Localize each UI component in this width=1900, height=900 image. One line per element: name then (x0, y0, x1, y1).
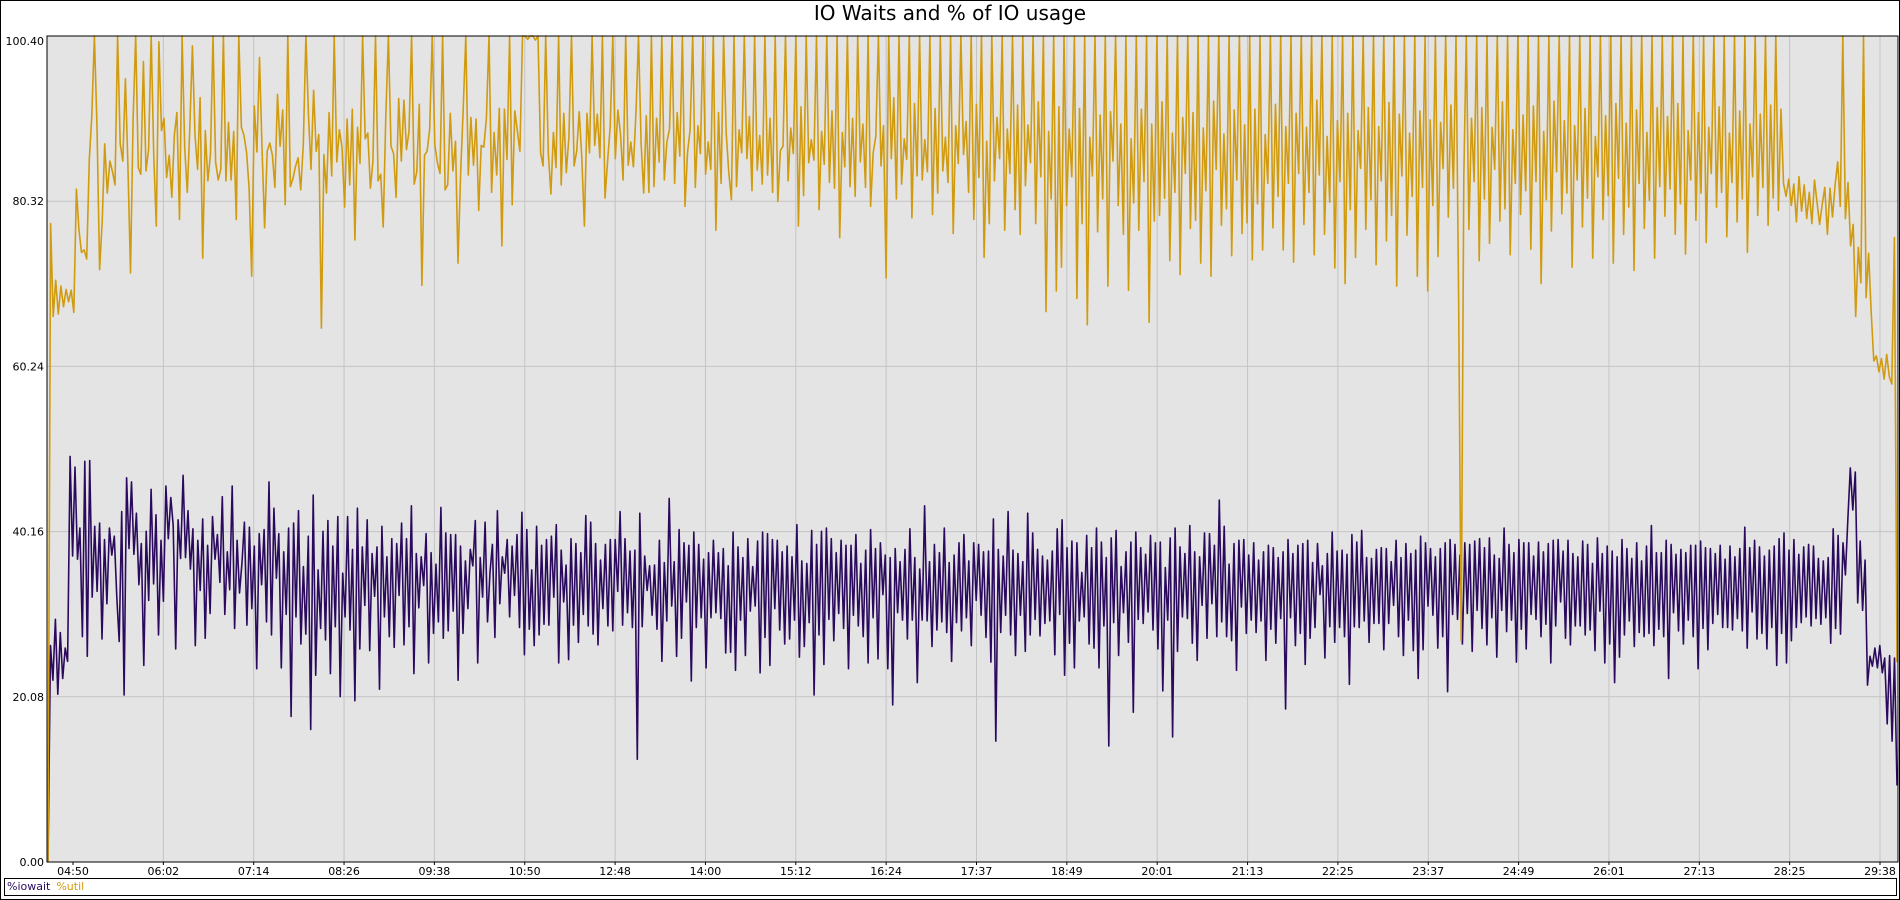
x-tick-label: 16:24 (870, 865, 902, 878)
x-tick-label: 17:37 (961, 865, 993, 878)
x-tick-label: 15:12 (780, 865, 812, 878)
line-chart: 0.00 20.08 40.16 60.24 80.32 100.40 04:50 06:02… (6, 35, 1899, 878)
x-tick-label: 12:48 (599, 865, 631, 878)
x-tick-label: 14:00 (690, 865, 722, 878)
x-tick-label: 20:01 (1141, 865, 1173, 878)
chart-legend: %iowait %util (4, 878, 1897, 896)
x-tick-label: 29:38 (1864, 865, 1896, 878)
y-tick-label: 100.40 (6, 35, 45, 48)
x-tick-label: 18:49 (1051, 865, 1083, 878)
x-tick-label: 09:38 (419, 865, 451, 878)
legend-iowait: %iowait (7, 880, 51, 893)
x-tick-label: 06:02 (147, 865, 179, 878)
x-tick-label: 21:13 (1232, 865, 1264, 878)
y-tick-label: 0.00 (20, 856, 45, 869)
x-tick-label: 28:25 (1774, 865, 1806, 878)
x-tick-label: 24:49 (1503, 865, 1535, 878)
x-tick-label: 10:50 (509, 865, 541, 878)
x-tick-label: 07:14 (238, 865, 270, 878)
x-tick-label: 08:26 (328, 865, 360, 878)
y-tick-label: 40.16 (13, 526, 45, 539)
x-tick-label: 26:01 (1593, 865, 1625, 878)
x-tick-label: 22:25 (1322, 865, 1354, 878)
y-tick-label: 80.32 (13, 195, 45, 208)
x-tick-label: 27:13 (1683, 865, 1715, 878)
legend-util: %util (56, 880, 85, 893)
x-tick-label: 23:37 (1412, 865, 1444, 878)
y-tick-label: 20.08 (13, 691, 45, 704)
y-tick-label: 60.24 (13, 360, 45, 373)
x-tick-label: 04:50 (57, 865, 89, 878)
